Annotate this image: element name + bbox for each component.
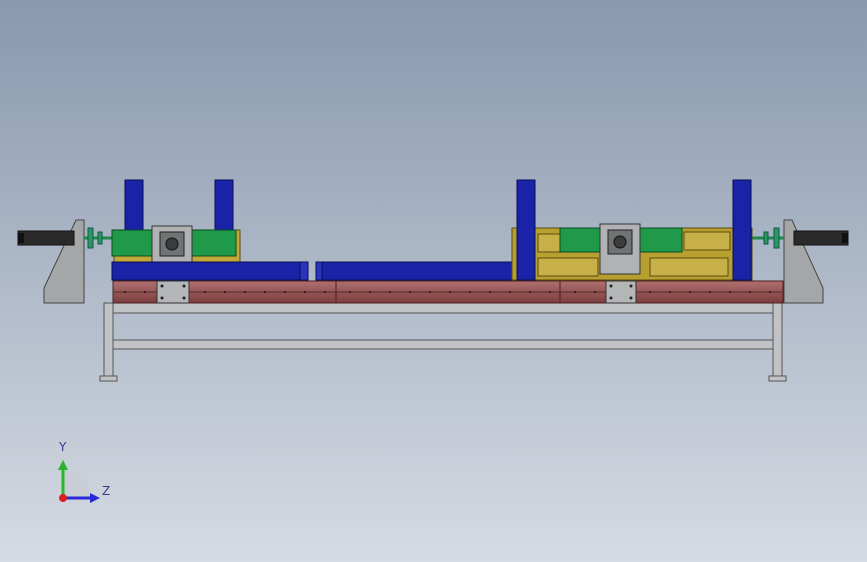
right-lower-bolt-3 bbox=[609, 296, 613, 300]
left-lower-plate bbox=[156, 280, 190, 304]
left-clamp-bolt bbox=[165, 237, 179, 251]
left-lower-bolt-2 bbox=[182, 284, 186, 288]
table-mid-beam bbox=[111, 339, 779, 350]
left-cylinder-end bbox=[18, 233, 24, 243]
right-yellow-window-1 bbox=[537, 233, 561, 253]
blue-bar-left bbox=[111, 261, 309, 281]
right-flange-2 bbox=[763, 231, 769, 245]
right-yellow-window-2 bbox=[537, 257, 599, 277]
right-cylinder-end bbox=[842, 233, 848, 243]
blue-bar-right-inner bbox=[315, 261, 323, 281]
right-upright-2 bbox=[732, 179, 752, 281]
table-foot-left bbox=[99, 375, 118, 382]
right-lower-bolt-2 bbox=[629, 284, 633, 288]
table-foot-right bbox=[768, 375, 787, 382]
right-cylinder-body bbox=[793, 230, 849, 246]
right-lower-plate bbox=[605, 280, 637, 304]
left-flange-2 bbox=[97, 231, 103, 245]
blue-bar-right bbox=[315, 261, 513, 281]
triad-y-label: Y bbox=[59, 440, 67, 454]
right-flange bbox=[773, 227, 780, 249]
triad-z-label: Z bbox=[102, 484, 111, 498]
base-rail[interactable] bbox=[112, 280, 784, 304]
right-lower-bolt-4 bbox=[629, 296, 633, 300]
left-lower-bolt-3 bbox=[160, 296, 164, 300]
left-cylinder-body bbox=[17, 230, 75, 246]
right-yellow-window-4 bbox=[649, 257, 729, 277]
table-leg-right bbox=[772, 302, 783, 380]
cad-viewport[interactable] bbox=[0, 0, 867, 562]
table-top-beam bbox=[109, 302, 783, 314]
left-flange bbox=[87, 227, 94, 249]
right-clamp-bolt bbox=[613, 235, 627, 249]
table-leg-left bbox=[103, 302, 114, 380]
triad-x-dot bbox=[59, 494, 67, 502]
left-lower-bolt-4 bbox=[182, 296, 186, 300]
right-lower-bolt-1 bbox=[609, 284, 613, 288]
left-lower-bolt-1 bbox=[160, 284, 164, 288]
right-yellow-window-3 bbox=[683, 231, 731, 251]
blue-bar-left-inner bbox=[299, 261, 309, 281]
right-upright-1 bbox=[516, 179, 536, 281]
